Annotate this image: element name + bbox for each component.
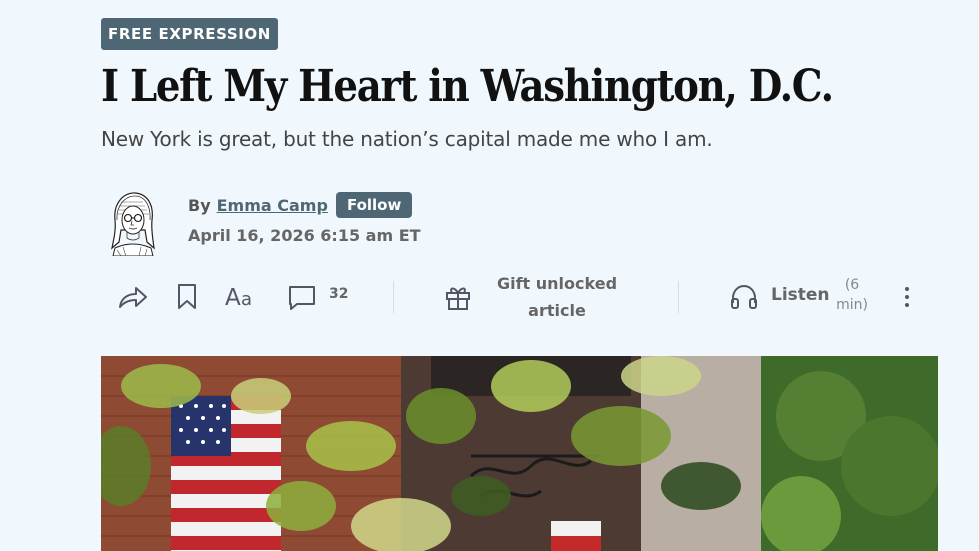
comment-icon[interactable] xyxy=(287,284,317,312)
listen-button[interactable]: Listen xyxy=(771,285,830,305)
author-link[interactable]: Emma Camp xyxy=(217,196,328,215)
text-size-icon[interactable]: A a xyxy=(225,283,259,311)
follow-button[interactable]: Follow xyxy=(335,192,413,218)
article-dek: New York is great, but the nation’s capi… xyxy=(101,127,713,151)
headphones-icon[interactable] xyxy=(729,283,759,311)
article-headline: I Left My Heart in Washington, D.C. xyxy=(101,61,834,112)
byline-prefix: By xyxy=(188,195,211,215)
author-avatar[interactable] xyxy=(107,190,159,256)
svg-text:a: a xyxy=(241,289,252,310)
section-tag[interactable]: FREE EXPRESSION xyxy=(101,18,278,50)
gift-icon[interactable] xyxy=(444,283,472,311)
toolbar-divider xyxy=(393,281,394,313)
publish-date: April 16, 2026 6:15 am ET xyxy=(188,226,421,245)
bookmark-icon[interactable] xyxy=(177,283,197,311)
listen-duration: (6 min) xyxy=(836,277,868,313)
hero-image xyxy=(101,356,938,551)
svg-text:A: A xyxy=(225,285,241,311)
comment-count[interactable]: 32 xyxy=(329,286,348,302)
byline: By Emma Camp Follow xyxy=(188,192,413,218)
gift-article-button[interactable]: Gift unlocked article xyxy=(493,270,621,324)
more-icon[interactable] xyxy=(900,285,914,311)
toolbar-divider xyxy=(678,281,679,313)
share-icon[interactable] xyxy=(117,283,149,311)
